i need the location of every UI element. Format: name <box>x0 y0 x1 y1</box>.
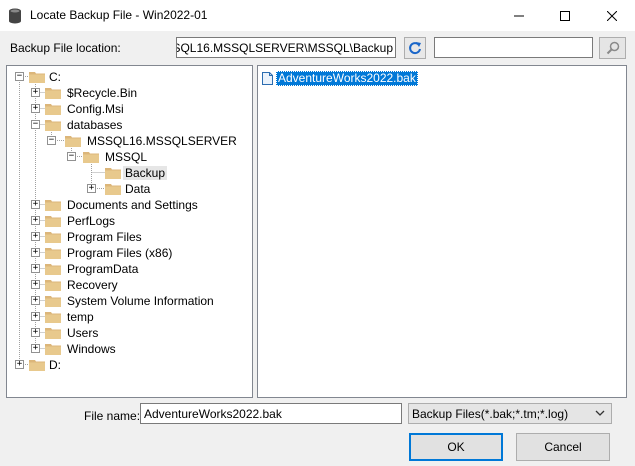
folder-icon <box>45 216 61 227</box>
tree-label-program-files: Program Files <box>67 230 142 244</box>
file-type-select[interactable]: Backup Files(*.bak;*.tm;*.log) <box>408 403 612 424</box>
collapse-databases-icon[interactable]: − <box>31 120 40 129</box>
expand-recycle-icon[interactable]: + <box>31 88 40 97</box>
expand-config-icon[interactable]: + <box>31 104 40 113</box>
folder-icon <box>45 120 61 131</box>
tree-label-system-volume-information: System Volume Information <box>67 294 214 308</box>
expand-programdata-icon[interactable]: + <box>31 264 40 273</box>
expand-users-icon[interactable]: + <box>31 328 40 337</box>
cancel-button[interactable]: Cancel <box>516 433 610 461</box>
close-button[interactable] <box>589 0 635 31</box>
folder-icon <box>29 360 45 371</box>
chevron-down-icon <box>595 410 605 416</box>
folder-icon <box>45 104 61 115</box>
folder-icon <box>45 328 61 339</box>
folder-icon <box>45 280 61 291</box>
expand-data-icon[interactable]: + <box>87 184 96 193</box>
file-name-label: File name: <box>84 409 141 423</box>
file-item[interactable]: AdventureWorks2022.bak <box>262 70 418 86</box>
folder-icon <box>45 88 61 99</box>
window-title: Locate Backup File - Win2022-01 <box>30 8 208 22</box>
folder-tree[interactable]: − + + − − − + + + + + + + + + + + + C: $… <box>6 65 253 398</box>
tree-label-backup: Backup <box>123 166 168 180</box>
location-value: MSSQL16.MSSQLSERVER\MSSQL\Backup <box>176 41 393 55</box>
folder-icon <box>83 152 99 163</box>
folder-icon <box>65 136 81 147</box>
tree-label-perflogs: PerfLogs <box>67 214 116 228</box>
file-icon <box>262 71 273 85</box>
refresh-icon <box>409 42 421 55</box>
expand-perflogs-icon[interactable]: + <box>31 216 40 225</box>
collapse-c-icon[interactable]: − <box>15 72 24 81</box>
file-name-label: AdventureWorks2022.bak <box>276 70 418 86</box>
tree-label-users: Users <box>67 326 99 340</box>
tree-label-mssql: MSSQL <box>105 150 148 164</box>
tree-label-d: D: <box>49 358 61 372</box>
folder-icon <box>105 184 121 195</box>
minimize-button[interactable] <box>496 0 542 31</box>
expand-systemvolume-icon[interactable]: + <box>31 296 40 305</box>
expand-recovery-icon[interactable]: + <box>31 280 40 289</box>
folder-icon <box>45 232 61 243</box>
tree-label-recovery: Recovery <box>67 278 118 292</box>
search-button[interactable] <box>599 37 626 59</box>
location-label: Backup File location: <box>10 41 121 55</box>
maximize-button[interactable] <box>542 0 588 31</box>
expand-programfiles-icon[interactable]: + <box>31 232 40 241</box>
tree-label-programdata: ProgramData <box>67 262 139 276</box>
expand-temp-icon[interactable]: + <box>31 312 40 321</box>
title-bar: Locate Backup File - Win2022-01 <box>0 0 635 31</box>
expand-windows-icon[interactable]: + <box>31 344 40 353</box>
refresh-button[interactable] <box>404 37 426 59</box>
expand-d-icon[interactable]: + <box>15 360 24 369</box>
minimize-icon <box>514 15 524 16</box>
maximize-icon <box>560 10 570 21</box>
ok-button[interactable]: OK <box>409 433 503 461</box>
folder-icon <box>45 312 61 323</box>
tree-label-config-msi: Config.Msi <box>67 102 124 116</box>
file-name-input[interactable]: AdventureWorks2022.bak <box>140 403 402 424</box>
expand-programfilesx86-icon[interactable]: + <box>31 248 40 257</box>
tree-label-documents-and-settings: Documents and Settings <box>67 198 198 212</box>
database-icon <box>9 8 21 24</box>
tree-label-mssql16: MSSQL16.MSSQLSERVER <box>87 134 237 148</box>
location-input[interactable]: MSSQL16.MSSQLSERVER\MSSQL\Backup <box>176 37 396 58</box>
file-list[interactable]: AdventureWorks2022.bak <box>257 65 627 398</box>
folder-icon <box>45 264 61 275</box>
search-icon <box>606 41 619 55</box>
collapse-mssql-icon[interactable]: − <box>67 152 76 161</box>
filter-input[interactable] <box>434 37 593 58</box>
close-icon <box>607 10 617 21</box>
folder-icon <box>29 72 45 83</box>
collapse-mssql16-icon[interactable]: − <box>47 136 56 145</box>
folder-icon <box>45 344 61 355</box>
expand-documents-icon[interactable]: + <box>31 200 40 209</box>
folder-icon <box>45 248 61 259</box>
tree-label-temp: temp <box>67 310 94 324</box>
tree-label-recycle-bin: $Recycle.Bin <box>67 86 138 100</box>
tree-label-databases: databases <box>67 118 123 132</box>
tree-label-program-files-x86: Program Files (x86) <box>67 246 173 260</box>
folder-icon <box>45 296 61 307</box>
tree-label-windows: Windows <box>67 342 116 356</box>
folder-icon <box>105 168 121 179</box>
tree-label-c: C: <box>49 70 61 84</box>
folder-icon <box>45 200 61 211</box>
tree-label-data: Data <box>125 182 151 196</box>
file-type-value: Backup Files(*.bak;*.tm;*.log) <box>412 407 569 421</box>
